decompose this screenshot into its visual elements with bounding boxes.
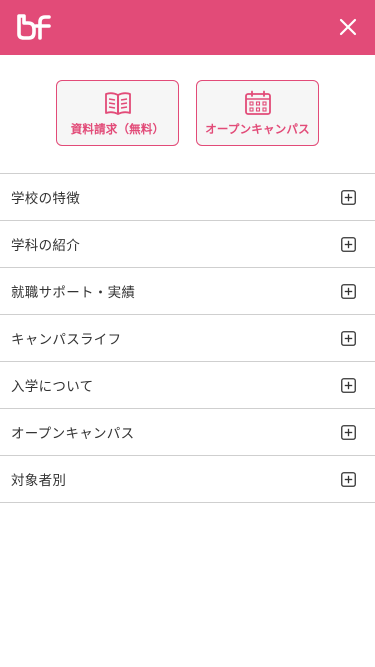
open-campus-button[interactable]: オープンキャンパス (196, 80, 319, 146)
menu-item-career-support[interactable]: 就職サポート・実績 (0, 268, 375, 315)
close-icon (339, 18, 357, 36)
brochure-request-button[interactable]: 資料請求（無料） (56, 80, 179, 146)
menu-item-label: 就職サポート・実績 (11, 285, 136, 301)
menu-item-by-audience[interactable]: 対象者別 (0, 456, 375, 503)
plus-square-icon (341, 330, 356, 346)
menu-item-admission[interactable]: 入学について (0, 362, 375, 409)
menu-item-open-campus[interactable]: オープンキャンパス (0, 409, 375, 456)
brochure-request-label: 資料請求（無料） (70, 122, 165, 136)
calendar-icon (244, 90, 271, 115)
plus-square-icon (341, 424, 356, 440)
plus-square-icon (341, 236, 356, 252)
open-campus-label: オープンキャンパス (205, 122, 310, 136)
accordion-menu: 学校の特徴 学科の紹介 就職サポート・実績 キャンパスライフ 入学について オー… (0, 173, 375, 503)
plus-square-icon (341, 471, 356, 487)
header-bar (0, 0, 375, 55)
plus-square-icon (341, 283, 356, 299)
open-book-icon (104, 92, 131, 115)
menu-item-school-features[interactable]: 学校の特徴 (0, 174, 375, 221)
menu-item-label: 対象者別 (11, 473, 67, 489)
plus-square-icon (341, 189, 356, 205)
cta-row: 資料請求（無料） オープンキャンパス (0, 55, 375, 173)
plus-square-icon (341, 377, 356, 393)
menu-item-label: 入学について (11, 379, 94, 395)
menu-item-label: オープンキャンパス (11, 426, 135, 442)
close-button[interactable] (335, 14, 361, 40)
menu-item-label: 学科の紹介 (11, 238, 80, 254)
menu-item-departments[interactable]: 学科の紹介 (0, 221, 375, 268)
bf-logo-icon[interactable] (15, 14, 53, 40)
menu-item-label: 学校の特徴 (11, 191, 80, 207)
menu-item-label: キャンパスライフ (11, 332, 122, 348)
menu-item-campus-life[interactable]: キャンパスライフ (0, 315, 375, 362)
